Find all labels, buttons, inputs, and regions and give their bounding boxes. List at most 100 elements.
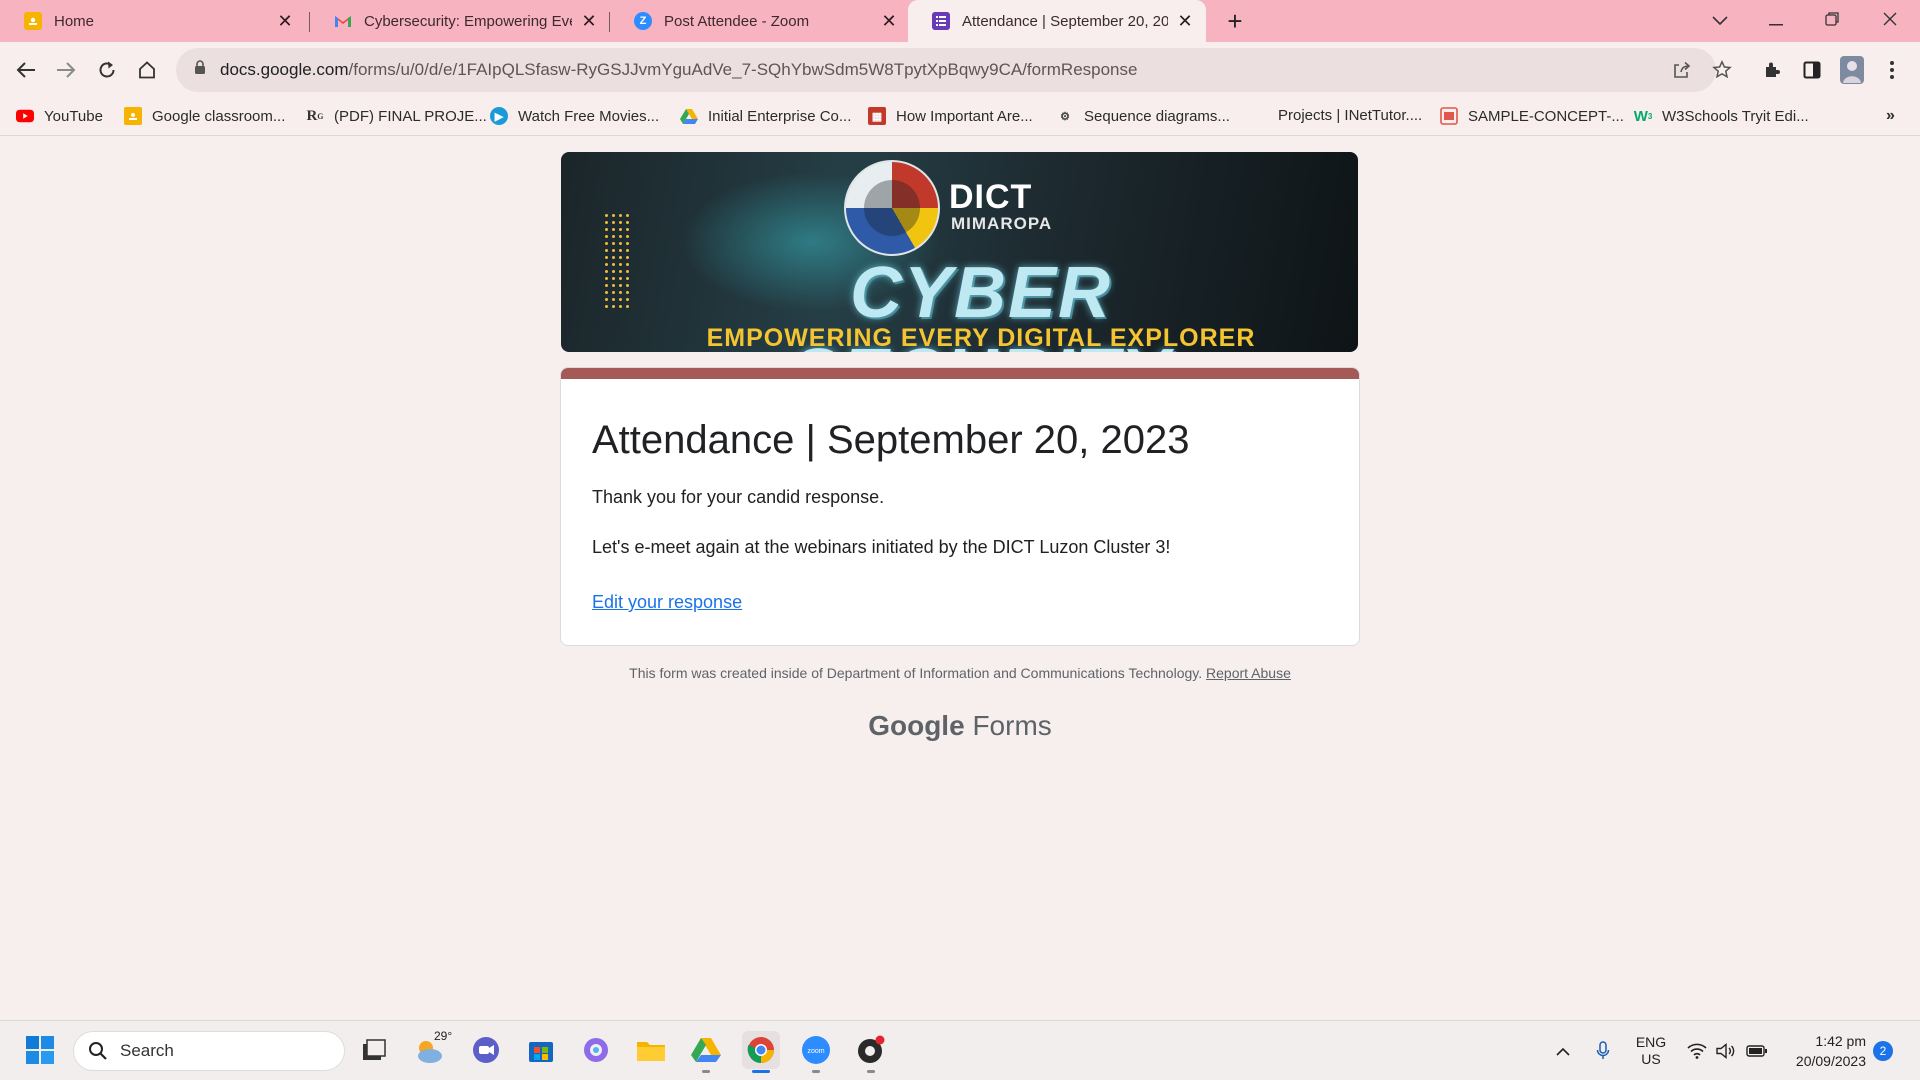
obs-studio-icon[interactable] — [852, 1031, 890, 1073]
restore-button[interactable] — [1804, 0, 1860, 42]
close-tab-icon[interactable]: ✕ — [880, 11, 898, 32]
tab-attendance[interactable]: Attendance | September 20, 2023 ✕ — [908, 0, 1206, 42]
dict-seal-logo — [844, 160, 940, 256]
bookmark-youtube[interactable]: YouTube — [16, 107, 103, 125]
url-host: docs.google.com — [220, 60, 349, 79]
tab-home[interactable]: Home ✕ — [0, 0, 306, 42]
chrome-icon[interactable] — [742, 1031, 780, 1073]
close-tab-icon[interactable]: ✕ — [580, 11, 598, 32]
bookmark-label: YouTube — [44, 107, 103, 125]
bookmark-label: Sequence diagrams... — [1084, 107, 1230, 125]
bookmark-projects-inettutor[interactable]: Projects | INetTutor.... — [1278, 107, 1422, 124]
running-indicator — [752, 1070, 770, 1073]
w3schools-icon: W3 — [1633, 107, 1653, 125]
response-card: Attendance | September 20, 2023 Thank yo… — [560, 367, 1360, 646]
bookmark-initial-enterprise[interactable]: Initial Enterprise Co... — [680, 107, 851, 125]
tab-gmail[interactable]: Cybersecurity: Empowering Every ✕ — [310, 0, 610, 42]
bookmark-label: Google classroom... — [152, 107, 286, 125]
extensions-icon[interactable] — [1758, 56, 1786, 84]
url-path: /forms/u/0/d/e/1FAIpQLSfasw-RyGSJJvmYguA… — [348, 60, 1138, 79]
home-button[interactable] — [131, 54, 163, 86]
edit-response-link[interactable]: Edit your response — [592, 592, 742, 613]
share-icon[interactable] — [1668, 56, 1696, 84]
form-title: Attendance | September 20, 2023 — [592, 418, 1190, 462]
tab-search-icon[interactable] — [1692, 0, 1748, 42]
search-icon — [88, 1041, 108, 1061]
google-forms-logo[interactable]: Google Forms — [560, 710, 1360, 742]
avatar[interactable] — [1838, 56, 1866, 84]
google-drive-icon[interactable] — [687, 1031, 725, 1073]
diagram-icon: ⚙ — [1060, 110, 1070, 123]
back-button[interactable] — [10, 54, 42, 86]
banner-brand-sub: MIMAROPA — [951, 214, 1053, 233]
bookmark-sequence-diagrams[interactable]: ⚙ Sequence diagrams... — [1056, 107, 1230, 125]
google-wordmark: Google — [868, 710, 965, 741]
side-panel-icon[interactable] — [1798, 56, 1826, 84]
footer-created-text: This form was created inside of Departme… — [629, 665, 1203, 681]
classroom-icon — [24, 12, 42, 30]
header-banner-image: DICT MIMAROPA CYBER SECURITY EMPOWERING … — [561, 152, 1358, 352]
forms-wordmark: Forms — [972, 710, 1052, 741]
clock-time: 1:42 pm — [1815, 1033, 1866, 1049]
browser-menu-icon[interactable] — [1878, 56, 1906, 84]
bookmark-label: W3Schools Tryit Edi... — [1662, 107, 1809, 125]
banner-brand: DICT — [949, 178, 1033, 216]
bookmark-star-icon[interactable] — [1708, 56, 1736, 84]
close-tab-icon[interactable]: ✕ — [1176, 11, 1194, 32]
start-button[interactable] — [21, 1031, 59, 1069]
battery-icon[interactable] — [1742, 1021, 1772, 1080]
bookmarks-bar: YouTube Google classroom... RG (PDF) FIN… — [0, 98, 1920, 136]
follow-up-message: Let's e-meet again at the webinars initi… — [592, 537, 1171, 557]
reload-button[interactable] — [91, 54, 123, 86]
bookmark-site-icon: ▦ — [868, 107, 886, 125]
tab-strip: Home ✕ Cybersecurity: Empowering Every ✕… — [0, 0, 1920, 42]
bookmark-label: Projects | INetTutor.... — [1278, 107, 1423, 124]
svg-text:zoom: zoom — [807, 1048, 824, 1055]
bookmark-w3schools[interactable]: W3 W3Schools Tryit Edi... — [1634, 107, 1809, 125]
bookmark-classroom[interactable]: Google classroom... — [124, 107, 285, 125]
more-bookmarks-icon[interactable]: » — [1886, 107, 1895, 125]
tab-title: Attendance | September 20, 2023 — [962, 12, 1168, 30]
bookmark-watch-movies[interactable]: ▶ Watch Free Movies... — [490, 107, 659, 125]
copilot-icon[interactable] — [577, 1031, 615, 1069]
close-tab-icon[interactable]: ✕ — [276, 11, 294, 32]
keyboard-region: US — [1641, 1051, 1661, 1067]
microsoft-store-icon[interactable] — [522, 1031, 560, 1069]
new-tab-button[interactable]: + — [1220, 6, 1250, 36]
forward-button[interactable] — [50, 54, 82, 86]
microphone-icon[interactable] — [1588, 1021, 1618, 1080]
clock-date: 20/09/2023 — [1795, 1053, 1866, 1069]
zoom-app-icon[interactable]: zoom — [797, 1031, 835, 1073]
file-explorer-icon[interactable] — [632, 1031, 670, 1069]
system-clock[interactable]: 1:42 pm 20/09/2023 — [1786, 1031, 1866, 1071]
tab-title: Home — [54, 12, 95, 30]
taskbar-search[interactable]: Search — [73, 1031, 345, 1071]
drive-icon — [680, 107, 698, 125]
wifi-icon[interactable] — [1682, 1021, 1712, 1080]
language-indicator[interactable]: ENG US — [1626, 1021, 1676, 1080]
report-abuse-link[interactable]: Report Abuse — [1206, 665, 1291, 681]
notification-badge[interactable]: 2 — [1873, 1041, 1893, 1061]
close-window-button[interactable] — [1862, 0, 1918, 42]
bookmark-sample-concept[interactable]: SAMPLE-CONCEPT-... — [1440, 107, 1624, 125]
weather-icon[interactable]: 29° — [412, 1029, 452, 1069]
windows-taskbar: Search 29° zoom ENG US 1:42 pm 20/09/202… — [0, 1020, 1920, 1080]
volume-icon[interactable] — [1712, 1021, 1740, 1080]
task-view-icon[interactable] — [355, 1031, 393, 1069]
researchgate-icon: RG — [306, 107, 324, 124]
show-hidden-icons[interactable] — [1548, 1021, 1578, 1080]
bookmark-how-important[interactable]: ▦ How Important Are... — [868, 107, 1033, 125]
running-indicator — [702, 1070, 710, 1073]
teams-chat-icon[interactable] — [467, 1031, 505, 1069]
classroom-icon — [124, 107, 142, 125]
bookmark-pdf-final[interactable]: RG (PDF) FINAL PROJE... — [306, 107, 486, 125]
tab-title: Post Attendee - Zoom — [664, 12, 810, 30]
bookmark-label: Watch Free Movies... — [518, 107, 660, 125]
tab-zoom[interactable]: Z Post Attendee - Zoom ✕ — [610, 0, 910, 42]
address-bar[interactable]: docs.google.com/forms/u/0/d/e/1FAIpQLSfa… — [176, 48, 1716, 92]
banner-dot-pattern — [603, 212, 633, 312]
forms-icon — [932, 12, 950, 30]
gmail-icon — [334, 12, 352, 30]
minimize-button[interactable] — [1748, 0, 1804, 42]
lock-icon[interactable] — [194, 60, 206, 80]
